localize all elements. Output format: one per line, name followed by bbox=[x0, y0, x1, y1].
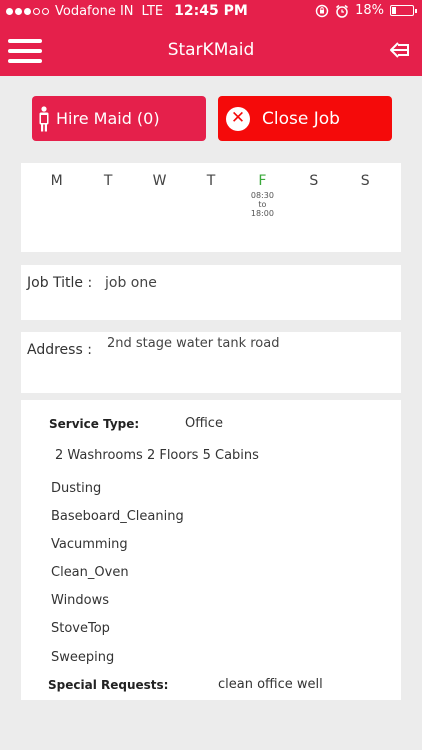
status-bar: Vodafone IN LTE 12:45 PM 18% bbox=[0, 0, 422, 24]
service-type-label: Service Type: bbox=[49, 417, 140, 431]
close-job-label: Close Job bbox=[262, 108, 340, 129]
close-icon: ✕ bbox=[226, 106, 250, 131]
app-title: StarKMaid bbox=[167, 40, 255, 60]
task-item: Vacumming bbox=[51, 537, 128, 552]
address-value: 2nd stage water tank road bbox=[107, 336, 280, 351]
battery-fill bbox=[392, 7, 396, 14]
task-item: Dusting bbox=[51, 481, 102, 496]
day-sunday[interactable]: S bbox=[340, 173, 391, 218]
friday-time-to-word: to bbox=[258, 200, 267, 209]
room-summary: 2 Washrooms 2 Floors 5 Cabins bbox=[55, 448, 259, 463]
hire-maid-button[interactable]: Hire Maid (0) bbox=[32, 96, 206, 141]
day-thursday[interactable]: T bbox=[185, 173, 236, 218]
rotation-lock-icon bbox=[315, 4, 329, 17]
day-monday[interactable]: M bbox=[31, 173, 82, 218]
logout-icon[interactable] bbox=[388, 38, 412, 62]
battery-icon bbox=[390, 5, 417, 16]
battery-percent: 18% bbox=[355, 3, 384, 18]
app-header: StarKMaid bbox=[0, 24, 422, 76]
job-title-value: job one bbox=[105, 275, 157, 291]
task-item: Windows bbox=[51, 593, 110, 608]
friday-time-from: 08:30 bbox=[250, 191, 274, 200]
weekday-row: M T W T F 08:30 to 18:00 S S bbox=[31, 173, 391, 218]
day-friday[interactable]: F 08:30 to 18:00 bbox=[237, 173, 288, 218]
task-item: StoveTop bbox=[51, 621, 110, 636]
close-job-button[interactable]: ✕ Close Job bbox=[218, 96, 392, 141]
hire-maid-label: Hire Maid (0) bbox=[56, 109, 160, 128]
service-details-card: Service Type: Office 2 Washrooms 2 Floor… bbox=[21, 400, 401, 700]
task-item: Baseboard_Cleaning bbox=[51, 509, 184, 524]
schedule-card: M T W T F 08:30 to 18:00 S S bbox=[21, 163, 401, 252]
job-title-label: Job Title : bbox=[27, 275, 93, 291]
day-wednesday[interactable]: W bbox=[134, 173, 185, 218]
task-item: Sweeping bbox=[51, 650, 115, 665]
friday-time-until: 18:00 bbox=[250, 209, 274, 218]
day-saturday[interactable]: S bbox=[288, 173, 339, 218]
special-requests-value: clean office well bbox=[218, 677, 323, 692]
service-type-value: Office bbox=[185, 416, 223, 431]
job-title-card: Job Title : job one bbox=[21, 265, 401, 320]
task-item: Clean_Oven bbox=[51, 565, 129, 580]
special-requests-label: Special Requests: bbox=[48, 678, 169, 692]
day-tuesday[interactable]: T bbox=[82, 173, 133, 218]
address-label: Address : bbox=[27, 342, 92, 358]
maid-icon bbox=[39, 105, 49, 131]
address-card: Address : 2nd stage water tank road bbox=[21, 332, 401, 393]
alarm-icon bbox=[336, 4, 349, 18]
